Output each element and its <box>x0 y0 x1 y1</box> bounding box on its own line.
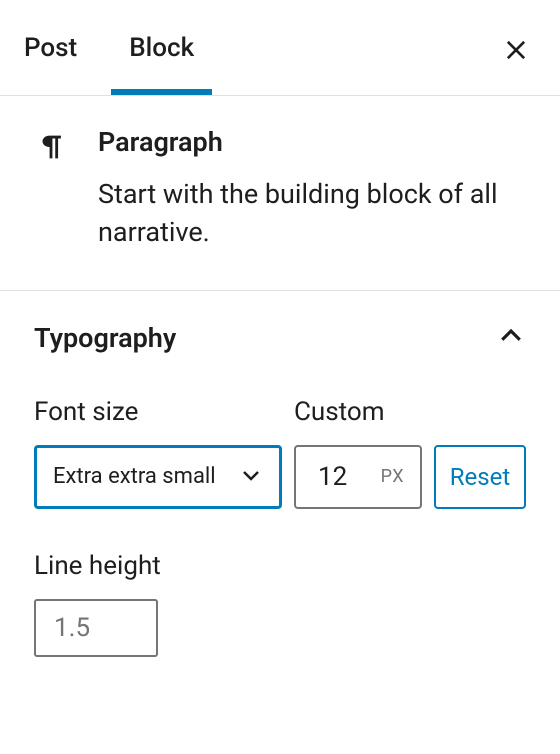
tab-block[interactable]: Block <box>129 33 194 95</box>
unit-label: PX <box>381 466 404 487</box>
chevron-down-icon <box>239 463 263 491</box>
close-button[interactable] <box>496 30 536 70</box>
font-size-select[interactable]: Extra extra small <box>34 445 282 509</box>
paragraph-icon <box>34 130 70 166</box>
chevron-up-icon <box>496 321 526 355</box>
custom-font-size-value: 12 <box>318 462 381 492</box>
reset-label: Reset <box>450 463 510 491</box>
line-height-input[interactable]: 1.5 <box>34 599 158 657</box>
close-icon <box>502 36 530 64</box>
panel-title: Typography <box>34 322 176 354</box>
reset-button[interactable]: Reset <box>434 445 526 509</box>
tab-post[interactable]: Post <box>24 33 77 95</box>
line-height-placeholder: 1.5 <box>54 613 90 643</box>
font-size-value: Extra extra small <box>53 464 239 489</box>
line-height-label: Line height <box>34 551 526 581</box>
block-description: Start with the building block of all nar… <box>98 176 526 252</box>
custom-label: Custom <box>294 397 422 427</box>
font-size-label: Font size <box>34 397 282 427</box>
block-title: Paragraph <box>98 126 526 158</box>
block-header: Paragraph Start with the building block … <box>0 96 560 291</box>
typography-panel-toggle[interactable]: Typography <box>34 321 526 355</box>
custom-font-size-input[interactable]: 12 PX <box>294 445 422 509</box>
